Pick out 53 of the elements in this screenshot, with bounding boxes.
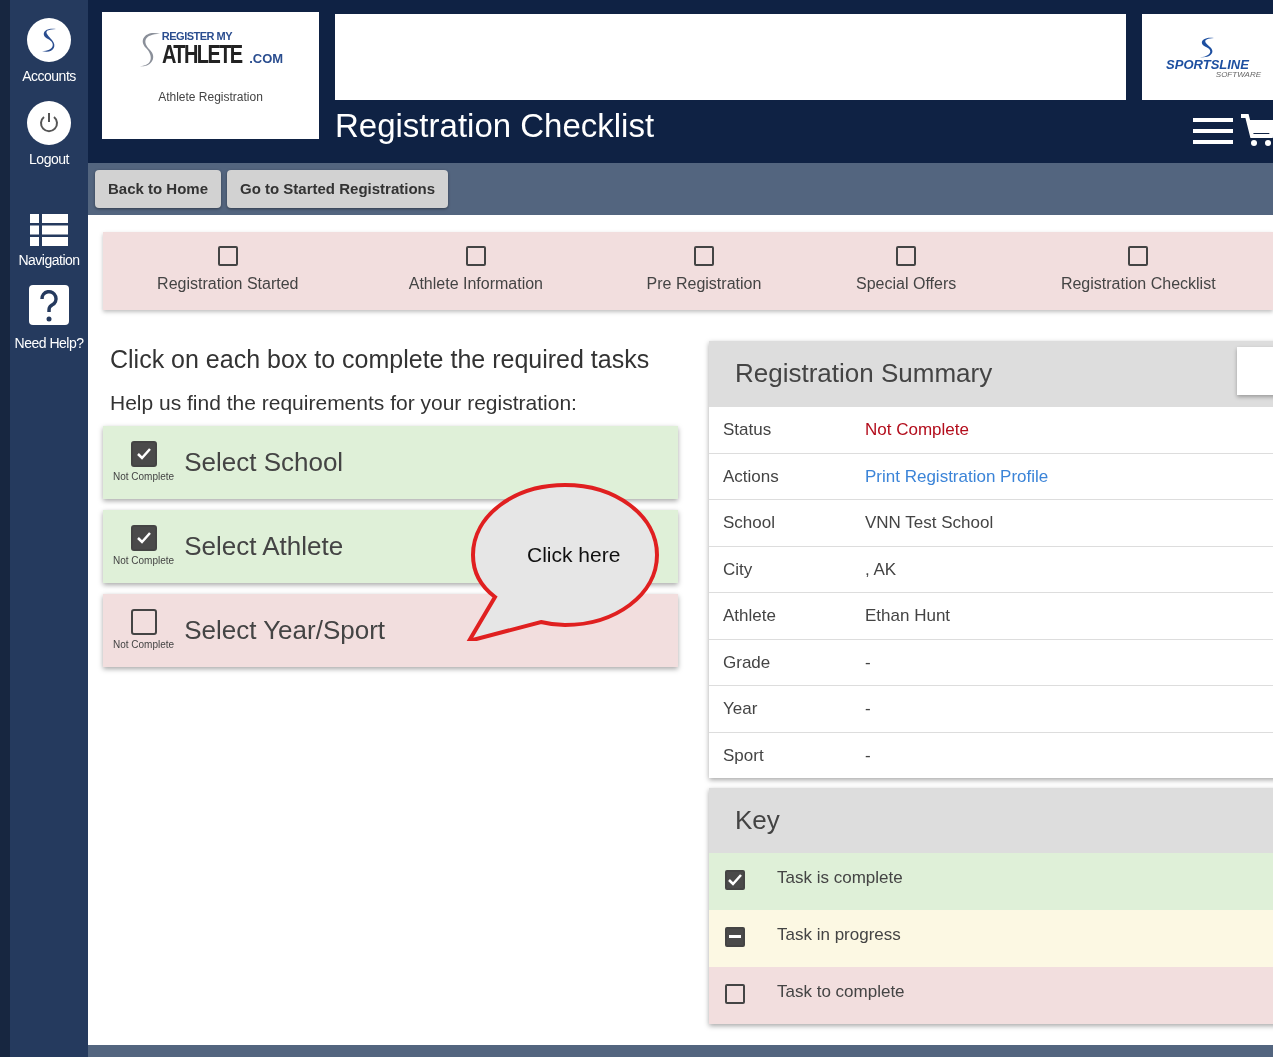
field-label: Year (722, 698, 759, 720)
field-label: Athlete (722, 605, 777, 627)
field-value: Ethan Hunt (865, 605, 951, 627)
instructions-subheading: Help us find the requirements for your registration: (110, 389, 578, 416)
field-label: Actions (722, 465, 780, 488)
step-tab[interactable]: Athlete Information (352, 232, 600, 310)
minus-icon (729, 935, 741, 939)
key-label: Task is complete (777, 867, 903, 889)
check-icon (135, 447, 152, 461)
task-label: Select Athlete (184, 530, 344, 563)
key-label: Task to complete (777, 981, 905, 1003)
logo-caption: Athlete Registration (158, 89, 263, 106)
step-tab[interactable]: Special Offers (808, 232, 1004, 310)
field-value: Not Complete (865, 419, 969, 441)
list-icon (30, 214, 68, 246)
rail-item[interactable]: Need Help? (10, 285, 88, 354)
task-card[interactable]: Not Complete Select School (103, 426, 678, 499)
field-value: - (865, 744, 871, 767)
key-label: Task in progress (777, 924, 901, 946)
panel-title: Key (735, 804, 780, 837)
rail-item[interactable]: Accounts (10, 18, 88, 87)
field-label: Sport (722, 744, 765, 767)
field-value: , AK (865, 558, 897, 581)
panel-title: Registration Summary (735, 357, 993, 390)
step-tab[interactable]: Pre Registration (599, 232, 809, 310)
step-tab[interactable]: Registration Checklist (1003, 232, 1273, 310)
task-status: Not Complete (113, 470, 175, 484)
nav-button[interactable]: Go to Started Registrations (227, 169, 449, 209)
nav-button[interactable]: Back to Home (95, 169, 222, 209)
check-icon (135, 531, 152, 545)
field-label: Status (722, 419, 773, 441)
site-logo: REGISTER MY ATHLETE .COM (137, 30, 284, 70)
print-link[interactable]: Print Registration Profile (865, 463, 1049, 489)
step-tab[interactable]: Registration Started (103, 232, 353, 310)
task-status: Not Complete (113, 554, 175, 568)
menu-icon[interactable] (1193, 116, 1233, 146)
logo-icon (27, 18, 71, 62)
partner-logo: SPORTSLINE SOFTWARE (1142, 14, 1273, 100)
field-value: VNN Test School (865, 512, 994, 534)
task-label: Select Year/Sport (184, 614, 386, 647)
task-label: Select School (184, 446, 344, 479)
field-label: Grade (722, 651, 772, 674)
rail-item[interactable]: Navigation (10, 214, 88, 271)
field-label: City (722, 558, 754, 581)
field-value: - (865, 698, 871, 720)
page-title: Registration Checklist (335, 108, 656, 145)
task-status: Not Complete (113, 638, 175, 652)
field-label: School (722, 512, 776, 534)
cart-icon[interactable] (1241, 114, 1273, 148)
power-icon (27, 101, 71, 145)
instructions-heading: Click on each box to complete the required tasks (110, 344, 651, 375)
field-value: - (865, 651, 871, 674)
rail-item[interactable]: Logout (10, 101, 88, 170)
